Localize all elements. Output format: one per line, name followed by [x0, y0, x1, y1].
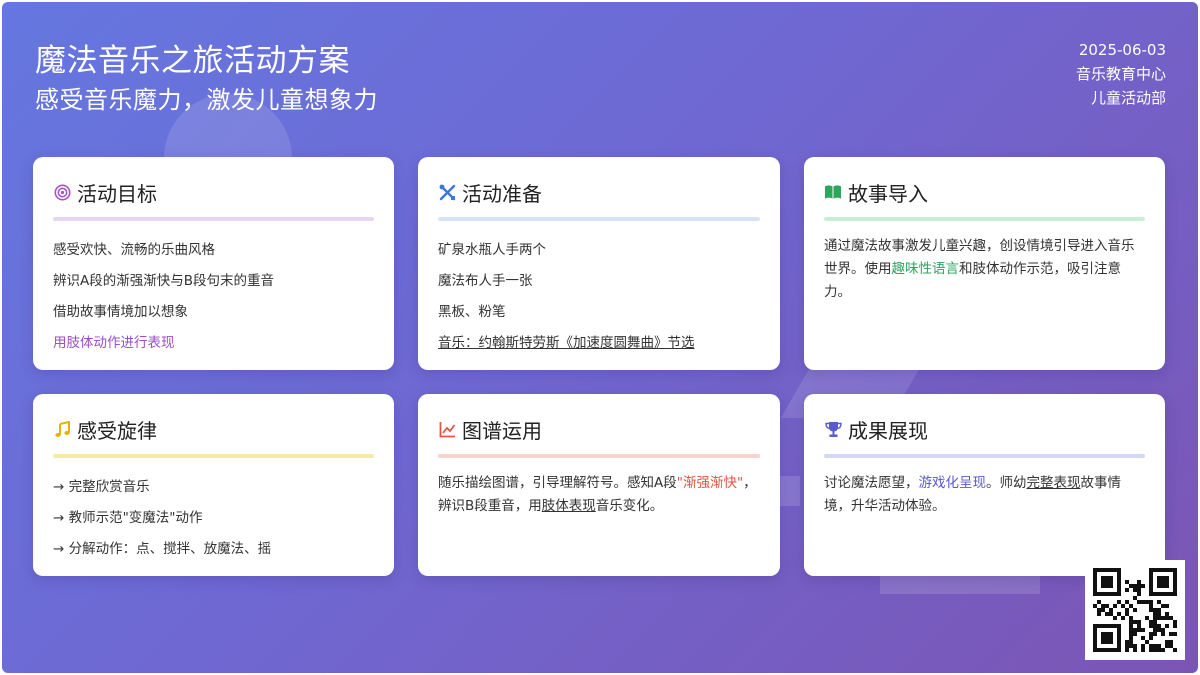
card-prep: 活动准备 矿泉水瓶人手两个 魔法布人手一张 黑板、粉笔 音乐：约翰斯特劳斯《加速… [418, 157, 780, 370]
qr-code[interactable] [1085, 560, 1185, 660]
underlined-text: 完整表现 [1026, 475, 1081, 491]
card-title: 图谱运用 [462, 418, 542, 443]
list-item-music: 音乐：约翰斯特劳斯《加速度圆舞曲》节选 [438, 335, 695, 351]
card-divider [438, 454, 760, 458]
book-icon [824, 183, 842, 201]
line-chart-icon [438, 420, 456, 438]
list-item: 辨识A段的渐强渐快与B段句末的重音 [53, 273, 274, 289]
card-paragraph: 讨论魔法愿望，游戏化呈现。师幼完整表现故事情境，升华活动体验。 [824, 472, 1145, 518]
card-divider [53, 454, 374, 458]
list-item: 黑板、粉笔 [438, 304, 506, 320]
text-span: 。师幼 [986, 475, 1027, 491]
list-item: 感受欢快、流畅的乐曲风格 [53, 242, 215, 258]
highlight-text: 游戏化呈现 [918, 475, 987, 491]
music-note-icon [53, 420, 71, 438]
list-item: 魔法布人手一张 [438, 273, 533, 289]
card-goals: 活动目标 感受欢快、流畅的乐曲风格 辨识A段的渐强渐快与B段句末的重音 借助故事… [33, 157, 394, 370]
list-item: → 完整欣赏音乐 [53, 479, 150, 495]
card-divider [824, 217, 1145, 221]
card-title: 活动目标 [77, 181, 157, 206]
page-title: 魔法音乐之旅活动方案 [35, 43, 350, 79]
card-divider [824, 454, 1145, 458]
list-item: → 分解动作：点、搅拌、放魔法、摇 [53, 541, 272, 557]
trophy-icon [824, 420, 842, 438]
card-title: 成果展现 [848, 418, 928, 443]
card-divider [438, 217, 760, 221]
highlight-text: "渐强渐快" [676, 475, 744, 491]
card-title: 活动准备 [462, 181, 542, 206]
text-span: 讨论魔法愿望， [824, 475, 919, 491]
card-title: 故事导入 [848, 181, 928, 206]
list-item: → 教师示范"变魔法"动作 [53, 510, 203, 526]
highlight-text: 趣味性语言 [891, 261, 960, 277]
tools-icon [438, 183, 456, 201]
qr-code-icon [1093, 568, 1177, 652]
card-title: 感受旋律 [77, 418, 157, 443]
text-span: 随乐描绘图谱，引导理解符号。感知A段 [438, 475, 677, 491]
list-item: 矿泉水瓶人手两个 [438, 242, 546, 258]
list-item: 借助故事情境加以想象 [53, 304, 188, 320]
card-divider [53, 217, 374, 221]
card-story: 故事导入 通过魔法故事激发儿童兴趣，创设情境引导进入音乐世界。使用趣味性语言和肢… [804, 157, 1165, 370]
list-item-highlight: 用肢体动作进行表现 [53, 335, 175, 351]
card-paragraph: 通过魔法故事激发儿童兴趣，创设情境引导进入音乐世界。使用趣味性语言和肢体动作示范… [824, 235, 1145, 304]
card-result: 成果展现 讨论魔法愿望，游戏化呈现。师幼完整表现故事情境，升华活动体验。 [804, 394, 1165, 576]
text-span: 音乐变化。 [595, 498, 664, 514]
org-label: 音乐教育中心 [1075, 65, 1166, 83]
card-chart: 图谱运用 随乐描绘图谱，引导理解符号。感知A段"渐强渐快"，辨识B段重音，用肢体… [418, 394, 780, 576]
date-label: 2025-06-03 [1078, 41, 1166, 59]
target-icon [53, 183, 71, 201]
dept-label: 儿童活动部 [1090, 89, 1166, 107]
page-subtitle: 感受音乐魔力，激发儿童想象力 [35, 86, 378, 114]
card-melody: 感受旋律 → 完整欣赏音乐 → 教师示范"变魔法"动作 → 分解动作：点、搅拌、… [33, 394, 394, 576]
card-paragraph: 随乐描绘图谱，引导理解符号。感知A段"渐强渐快"，辨识B段重音，用肢体表现音乐变… [438, 472, 760, 518]
underlined-text: 肢体表现 [541, 498, 596, 514]
header-meta: 2025-06-03 音乐教育中心 儿童活动部 [1076, 38, 1166, 110]
